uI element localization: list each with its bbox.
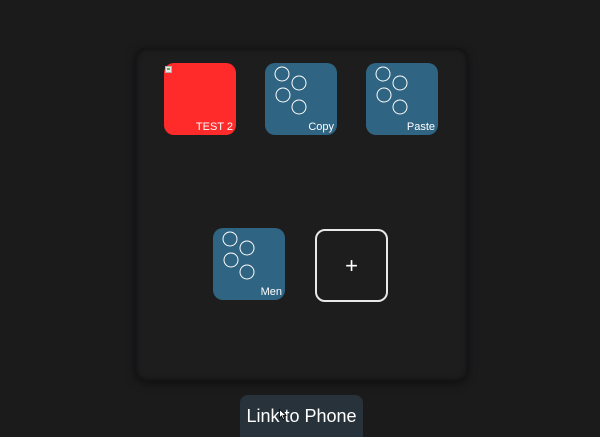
- tile-paste[interactable]: Paste: [366, 63, 438, 135]
- broken-image-icon: [165, 66, 172, 73]
- tile-label: TEST 2: [195, 121, 233, 133]
- add-tile-button[interactable]: +: [315, 229, 388, 302]
- tile-copy[interactable]: Copy: [265, 63, 337, 135]
- tile-test-2[interactable]: TEST 2: [164, 63, 236, 135]
- plus-icon: +: [345, 252, 358, 278]
- tile-label: Men: [260, 286, 282, 298]
- button-grid-panel: TEST 2 Copy Paste Men +: [136, 49, 467, 380]
- tile-label: Paste: [406, 121, 435, 133]
- link-to-phone-button[interactable]: Link to Phone: [240, 395, 363, 437]
- tile-men[interactable]: Men: [213, 228, 285, 300]
- tile-label: Copy: [308, 121, 334, 133]
- link-to-phone-label: Link to Phone: [246, 405, 357, 426]
